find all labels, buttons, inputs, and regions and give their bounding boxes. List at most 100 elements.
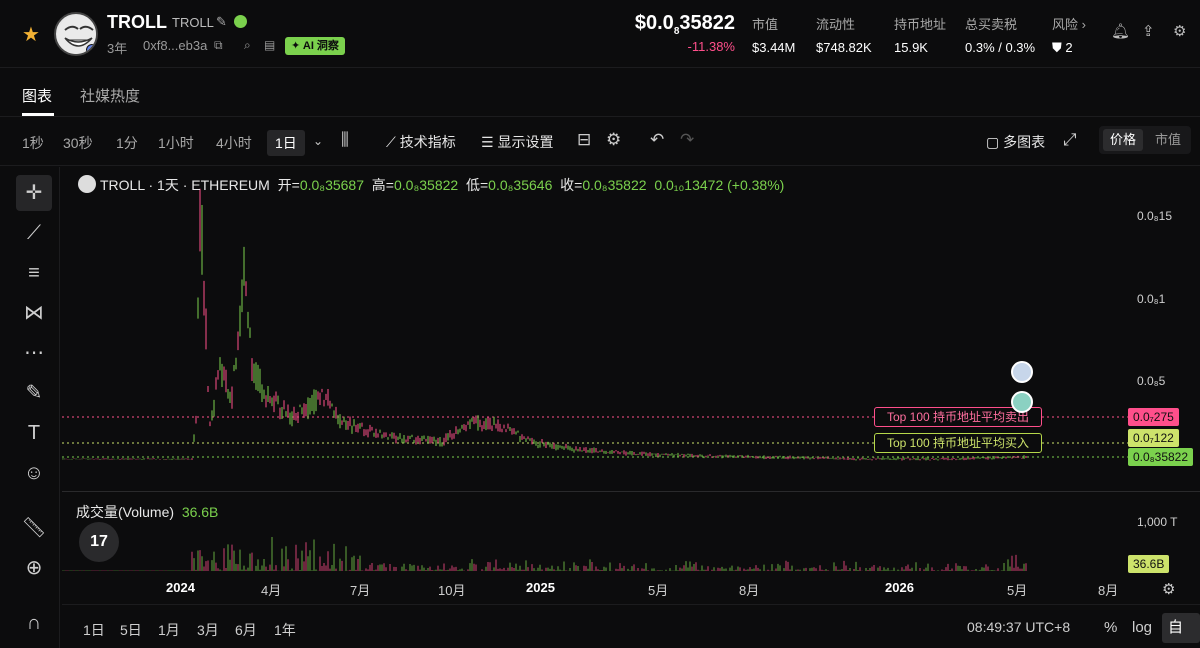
log-toggle[interactable]: log — [1132, 619, 1152, 636]
x-label: 2026 — [885, 580, 914, 595]
stat-label: 总买卖税 — [965, 17, 1018, 32]
square-icon: ▢ — [986, 134, 1000, 150]
token-name: TROLL — [172, 15, 214, 30]
range-3m[interactable]: 3月 — [197, 620, 219, 640]
indicators-button[interactable]: ⟋ 技术指标 — [386, 132, 456, 152]
candle-type-icon[interactable]: ⫼ — [341, 130, 349, 150]
card-icon[interactable]: ▤ — [264, 38, 275, 52]
low-value: 0.0₈35646 — [488, 177, 553, 193]
chevron-down-icon[interactable]: ⌄ — [313, 134, 323, 148]
tab-chart[interactable]: 图表 — [22, 85, 52, 106]
interval-30s[interactable]: 30秒 — [63, 133, 93, 153]
verified-icon — [234, 15, 247, 28]
text-tool-icon[interactable]: T — [16, 415, 52, 451]
change-value: 0.0₁₀13472 (+0.38%) — [654, 177, 785, 193]
zoom-icon[interactable]: ⊕ — [16, 550, 52, 586]
price-prefix: $0.0 — [634, 12, 674, 34]
share-icon[interactable]: ⇪ — [1142, 22, 1155, 40]
brush-icon[interactable]: ✎ — [16, 375, 52, 411]
favorite-star-icon[interactable]: ★ — [22, 22, 40, 47]
range-1y[interactable]: 1年 — [274, 620, 296, 640]
search-icon[interactable]: ⌕ — [244, 38, 251, 53]
volume-axis-tick: 1,000 T — [1137, 515, 1178, 529]
ohlc-legend: TROLL · 1天 · ETHEREUM 开=0.0₈35687 高=0.0₈… — [78, 175, 784, 195]
range-bar: 1日 5日 1月 3月 6月 1年 08:49:37 UTC+8 % log 自… — [62, 604, 1200, 648]
interval-1h[interactable]: 1小时 — [158, 133, 194, 153]
price-digits: 35822 — [679, 12, 735, 34]
trendline-icon[interactable]: ⟋ — [16, 215, 52, 251]
magnet-icon[interactable]: ∩ — [16, 605, 52, 641]
pane-separator[interactable] — [62, 491, 1200, 492]
fullscreen-icon[interactable]: ⤢ — [1063, 130, 1077, 150]
tab-bar: 图表 社媒热度 — [0, 69, 1200, 117]
toggle-price[interactable]: 价格 — [1103, 129, 1143, 151]
range-1d[interactable]: 1日 — [83, 620, 105, 640]
current-price: $0.0835822 — [620, 12, 735, 37]
emoji-icon[interactable]: ☺ — [16, 455, 52, 491]
fib-icon[interactable]: ⋯ — [16, 335, 52, 371]
interval-1s[interactable]: 1秒 — [22, 133, 44, 153]
shield-icon: ⛊ — [1052, 40, 1062, 55]
list-icon: ☰ — [481, 134, 494, 150]
x-label: 8月 — [1098, 583, 1119, 598]
stat-label: 持币地址 — [894, 17, 947, 32]
interval-4h[interactable]: 4小时 — [216, 133, 252, 153]
symbol-title: TROLL · 1天 · ETHEREUM — [100, 177, 270, 193]
interval-1d[interactable]: 1日 — [267, 130, 305, 156]
percent-toggle[interactable]: % — [1104, 619, 1117, 636]
axis-settings-icon[interactable]: ⚙ — [1162, 580, 1175, 598]
interval-1m[interactable]: 1分 — [116, 133, 138, 153]
ruler-icon[interactable]: 📏︎ — [16, 510, 52, 546]
x-label: 5月 — [1007, 583, 1028, 598]
open-label: 开= — [277, 177, 300, 193]
stat-value: 15.9K — [894, 40, 928, 55]
ai-insight-button[interactable]: ✦ AI 洞察 — [285, 37, 345, 55]
range-1m[interactable]: 1月 — [158, 620, 180, 640]
stat-value: $3.44M — [752, 40, 796, 55]
x-label: 8月 — [739, 583, 760, 598]
chart-toolbar: 1秒 30秒 1分 1小时 4小时 1日 ⌄ ⫼ ⟋ 技术指标 ☰ 显示设置 ⊟… — [0, 118, 1200, 166]
candles-canvas — [62, 188, 1128, 571]
tab-social[interactable]: 社媒热度 — [80, 85, 140, 106]
event-marker-icon[interactable] — [1011, 391, 1033, 413]
edit-icon[interactable]: ✎ — [216, 14, 227, 30]
close-label: 收= — [560, 177, 583, 193]
tradingview-logo-icon[interactable]: 17 — [79, 522, 119, 562]
clock[interactable]: 08:49:37 UTC+8 — [967, 619, 1070, 635]
copy-icon[interactable]: ⧉ — [214, 38, 223, 53]
stat-liquidity: 流动性 $748.82K — [816, 14, 872, 55]
crosshair-icon[interactable]: ✛ — [16, 175, 52, 211]
indicators-label: 技术指标 — [399, 134, 456, 150]
template-icon[interactable]: ⊟ — [577, 130, 591, 150]
ai-insight-label: AI 洞察 — [302, 40, 339, 52]
pattern-icon[interactable]: ⋈ — [16, 295, 52, 331]
alert-icon[interactable]: 🔔︎ — [1111, 22, 1130, 40]
undo-icon[interactable]: ↶ — [650, 130, 664, 150]
range-6m[interactable]: 6月 — [235, 620, 257, 640]
redo-icon[interactable]: ↷ — [680, 130, 694, 150]
contract-address[interactable]: 0xf8...eb3a — [143, 38, 207, 53]
x-label: 2025 — [526, 580, 555, 595]
open-value: 0.0₈35687 — [299, 177, 365, 193]
price-change: -11.38% — [687, 39, 735, 54]
risk-value: ⛊ 2 — [1052, 40, 1086, 56]
price-chart[interactable]: TROLL · 1天 · ETHEREUM 开=0.0₈35687 高=0.0₈… — [62, 167, 1200, 648]
token-symbol: TROLL — [107, 12, 167, 32]
settings-icon[interactable]: ⚙ — [1173, 22, 1186, 40]
avg-buy-label: Top 100 持币地址平均买入 — [874, 433, 1043, 453]
chart-settings-icon[interactable]: ⚙ — [606, 130, 621, 150]
event-marker-icon[interactable] — [1011, 361, 1033, 383]
horizontal-lines-icon[interactable]: ≡ — [16, 255, 52, 291]
multi-chart-label: 多图表 — [1003, 134, 1046, 150]
toggle-mcap[interactable]: 市值 — [1149, 129, 1187, 151]
troll-icon — [78, 175, 96, 193]
y-tick-2: 0.0₈1 — [1137, 292, 1166, 306]
range-5d[interactable]: 5日 — [120, 620, 142, 640]
y-tick-1: 0.0₈15 — [1137, 209, 1173, 223]
stat-risk[interactable]: 风险 › ⛊ 2 — [1052, 14, 1086, 56]
auto-scale-toggle[interactable]: 自动 — [1162, 613, 1200, 643]
display-settings-button[interactable]: ☰ 显示设置 — [481, 132, 553, 152]
risk-count: 2 — [1065, 40, 1073, 55]
multi-chart-button[interactable]: ▢ 多图表 — [986, 132, 1045, 152]
token-age: 3年 — [107, 41, 128, 56]
